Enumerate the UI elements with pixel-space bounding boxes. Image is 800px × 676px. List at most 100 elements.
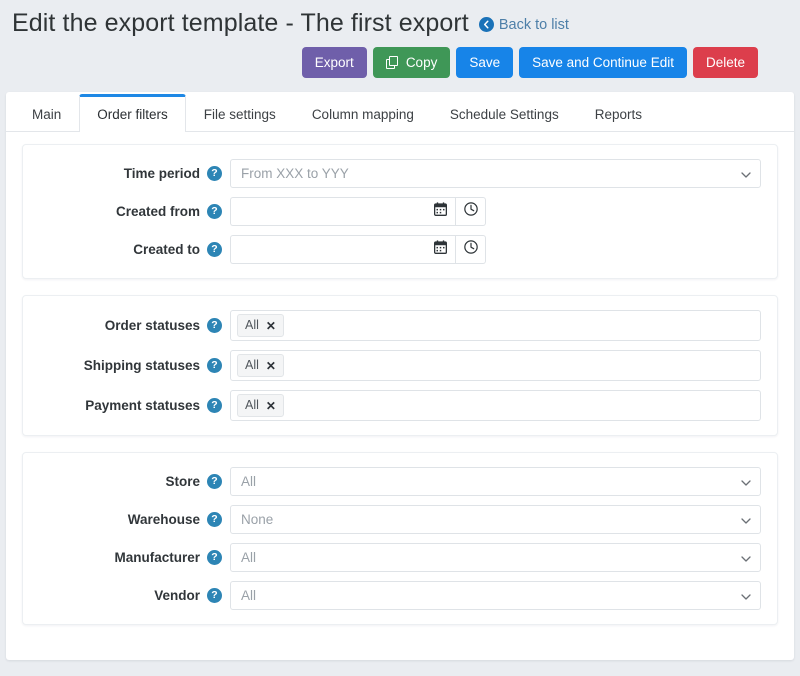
form-row: Vendor? All — [23, 581, 761, 610]
chevron-down-icon — [741, 479, 751, 486]
help-icon[interactable]: ? — [207, 204, 222, 219]
field-control: All ✕ — [230, 350, 761, 381]
field-control: All — [230, 467, 761, 496]
field-label-text: Vendor — [154, 588, 200, 603]
tag-item: All ✕ — [237, 394, 284, 417]
field-label-text: Store — [165, 474, 200, 489]
field-label-text: Created from — [115, 204, 200, 219]
tab-label: Order filters — [97, 107, 168, 122]
tab-label: Reports — [594, 107, 642, 122]
tab-main[interactable]: Main — [14, 94, 79, 132]
copy-icon — [385, 55, 400, 70]
help-icon[interactable]: ? — [207, 474, 222, 489]
copy-button[interactable]: Copy — [372, 47, 451, 78]
form-row: Manufacturer? All — [23, 543, 761, 572]
multiselect-shipping-statuses[interactable]: All ✕ — [230, 350, 761, 381]
filter-cards: Time period? From XXX to YYY Created from?… — [6, 132, 794, 625]
tag-label: All — [245, 358, 259, 372]
input-created-to[interactable] — [230, 235, 426, 264]
tag-item: All ✕ — [237, 354, 284, 377]
filter-card: Time period? From XXX to YYY Created from?… — [22, 144, 778, 279]
help-icon[interactable]: ? — [207, 588, 222, 603]
help-icon[interactable]: ? — [207, 398, 222, 413]
field-label: Warehouse? — [23, 512, 230, 527]
field-label: Manufacturer? — [23, 550, 230, 565]
select-vendor[interactable]: All — [230, 581, 761, 610]
time-picker-button[interactable] — [456, 197, 486, 226]
select-time-period[interactable]: From XXX to YYY — [230, 159, 761, 188]
form-row: Warehouse? None — [23, 505, 761, 534]
select-store[interactable]: All — [230, 467, 761, 496]
title-row: Edit the export template - The first exp… — [12, 6, 788, 44]
select-value: All — [241, 588, 257, 603]
delete-button[interactable]: Delete — [692, 47, 758, 78]
multiselect-payment-statuses[interactable]: All ✕ — [230, 390, 761, 421]
back-to-list-label: Back to list — [498, 16, 569, 33]
tab-label: Schedule Settings — [449, 107, 559, 122]
chevron-down-icon — [741, 517, 751, 524]
help-icon[interactable]: ? — [207, 550, 222, 565]
field-label-text: Shipping statuses — [83, 358, 200, 373]
datetime-group-created-from — [230, 197, 761, 226]
tag-remove-icon[interactable]: ✕ — [266, 400, 276, 412]
field-control: None — [230, 505, 761, 534]
tab-schedule-settings[interactable]: Schedule Settings — [432, 94, 577, 132]
tab-reports[interactable]: Reports — [577, 94, 660, 132]
field-control — [230, 197, 761, 226]
field-label-text: Order statuses — [104, 318, 200, 333]
copy-button-label: Copy — [405, 55, 438, 70]
tab-label: Main — [32, 107, 62, 122]
field-control: All — [230, 543, 761, 572]
back-to-list-link[interactable]: Back to list — [478, 16, 569, 33]
tab-column-mapping[interactable]: Column mapping — [294, 94, 432, 132]
field-label-text: Created to — [133, 242, 200, 257]
calendar-icon — [433, 240, 448, 259]
form-row: Time period? From XXX to YYY — [23, 159, 761, 188]
help-icon[interactable]: ? — [207, 166, 222, 181]
calendar-picker-button[interactable] — [426, 197, 456, 226]
form-row: Created from? — [23, 197, 761, 226]
field-label: Payment statuses? — [23, 398, 230, 413]
tag-remove-icon[interactable]: ✕ — [266, 360, 276, 372]
tag-label: All — [245, 398, 259, 412]
clock-icon — [463, 240, 478, 259]
page-title: Edit the export template - The first exp… — [12, 9, 469, 37]
tag-label: All — [245, 318, 259, 332]
save-and-continue-edit-label: Save and Continue Edit — [532, 55, 674, 70]
calendar-icon — [433, 202, 448, 221]
field-control: All ✕ — [230, 390, 761, 421]
field-label: Order statuses? — [23, 318, 230, 333]
help-icon[interactable]: ? — [207, 318, 222, 333]
form-row: Created to? — [23, 235, 761, 264]
time-picker-button[interactable] — [456, 235, 486, 264]
input-created-from[interactable] — [230, 197, 426, 226]
multiselect-order-statuses[interactable]: All ✕ — [230, 310, 761, 341]
select-warehouse[interactable]: None — [230, 505, 761, 534]
tab-order-filters[interactable]: Order filters — [79, 94, 186, 132]
field-label: Store? — [23, 474, 230, 489]
filter-card: Store? All Warehouse? None Manufacturer? All V… — [22, 452, 778, 625]
field-label: Created from? — [23, 204, 230, 219]
field-label: Shipping statuses? — [23, 358, 230, 373]
help-icon[interactable]: ? — [207, 242, 222, 257]
calendar-picker-button[interactable] — [426, 235, 456, 264]
help-icon[interactable]: ? — [207, 358, 222, 373]
datetime-group-created-to — [230, 235, 761, 264]
form-row: Store? All — [23, 467, 761, 496]
save-button-label: Save — [469, 55, 501, 70]
chevron-down-icon — [741, 555, 751, 562]
select-manufacturer[interactable]: All — [230, 543, 761, 572]
tab-file-settings[interactable]: File settings — [186, 94, 294, 132]
tab-bar: Main Order filters File settings Column map… — [6, 92, 794, 132]
save-and-continue-edit-button[interactable]: Save and Continue Edit — [519, 47, 687, 78]
save-button[interactable]: Save — [456, 47, 514, 78]
select-value: All — [241, 474, 257, 489]
action-button-row: Export Copy Save Save and Continue Edit … — [12, 47, 788, 78]
tag-remove-icon[interactable]: ✕ — [266, 320, 276, 332]
field-control: All — [230, 581, 761, 610]
field-label: Created to? — [23, 242, 230, 257]
export-button[interactable]: Export — [301, 47, 367, 78]
field-label-text: Time period — [123, 166, 200, 181]
field-control — [230, 235, 761, 264]
help-icon[interactable]: ? — [207, 512, 222, 527]
